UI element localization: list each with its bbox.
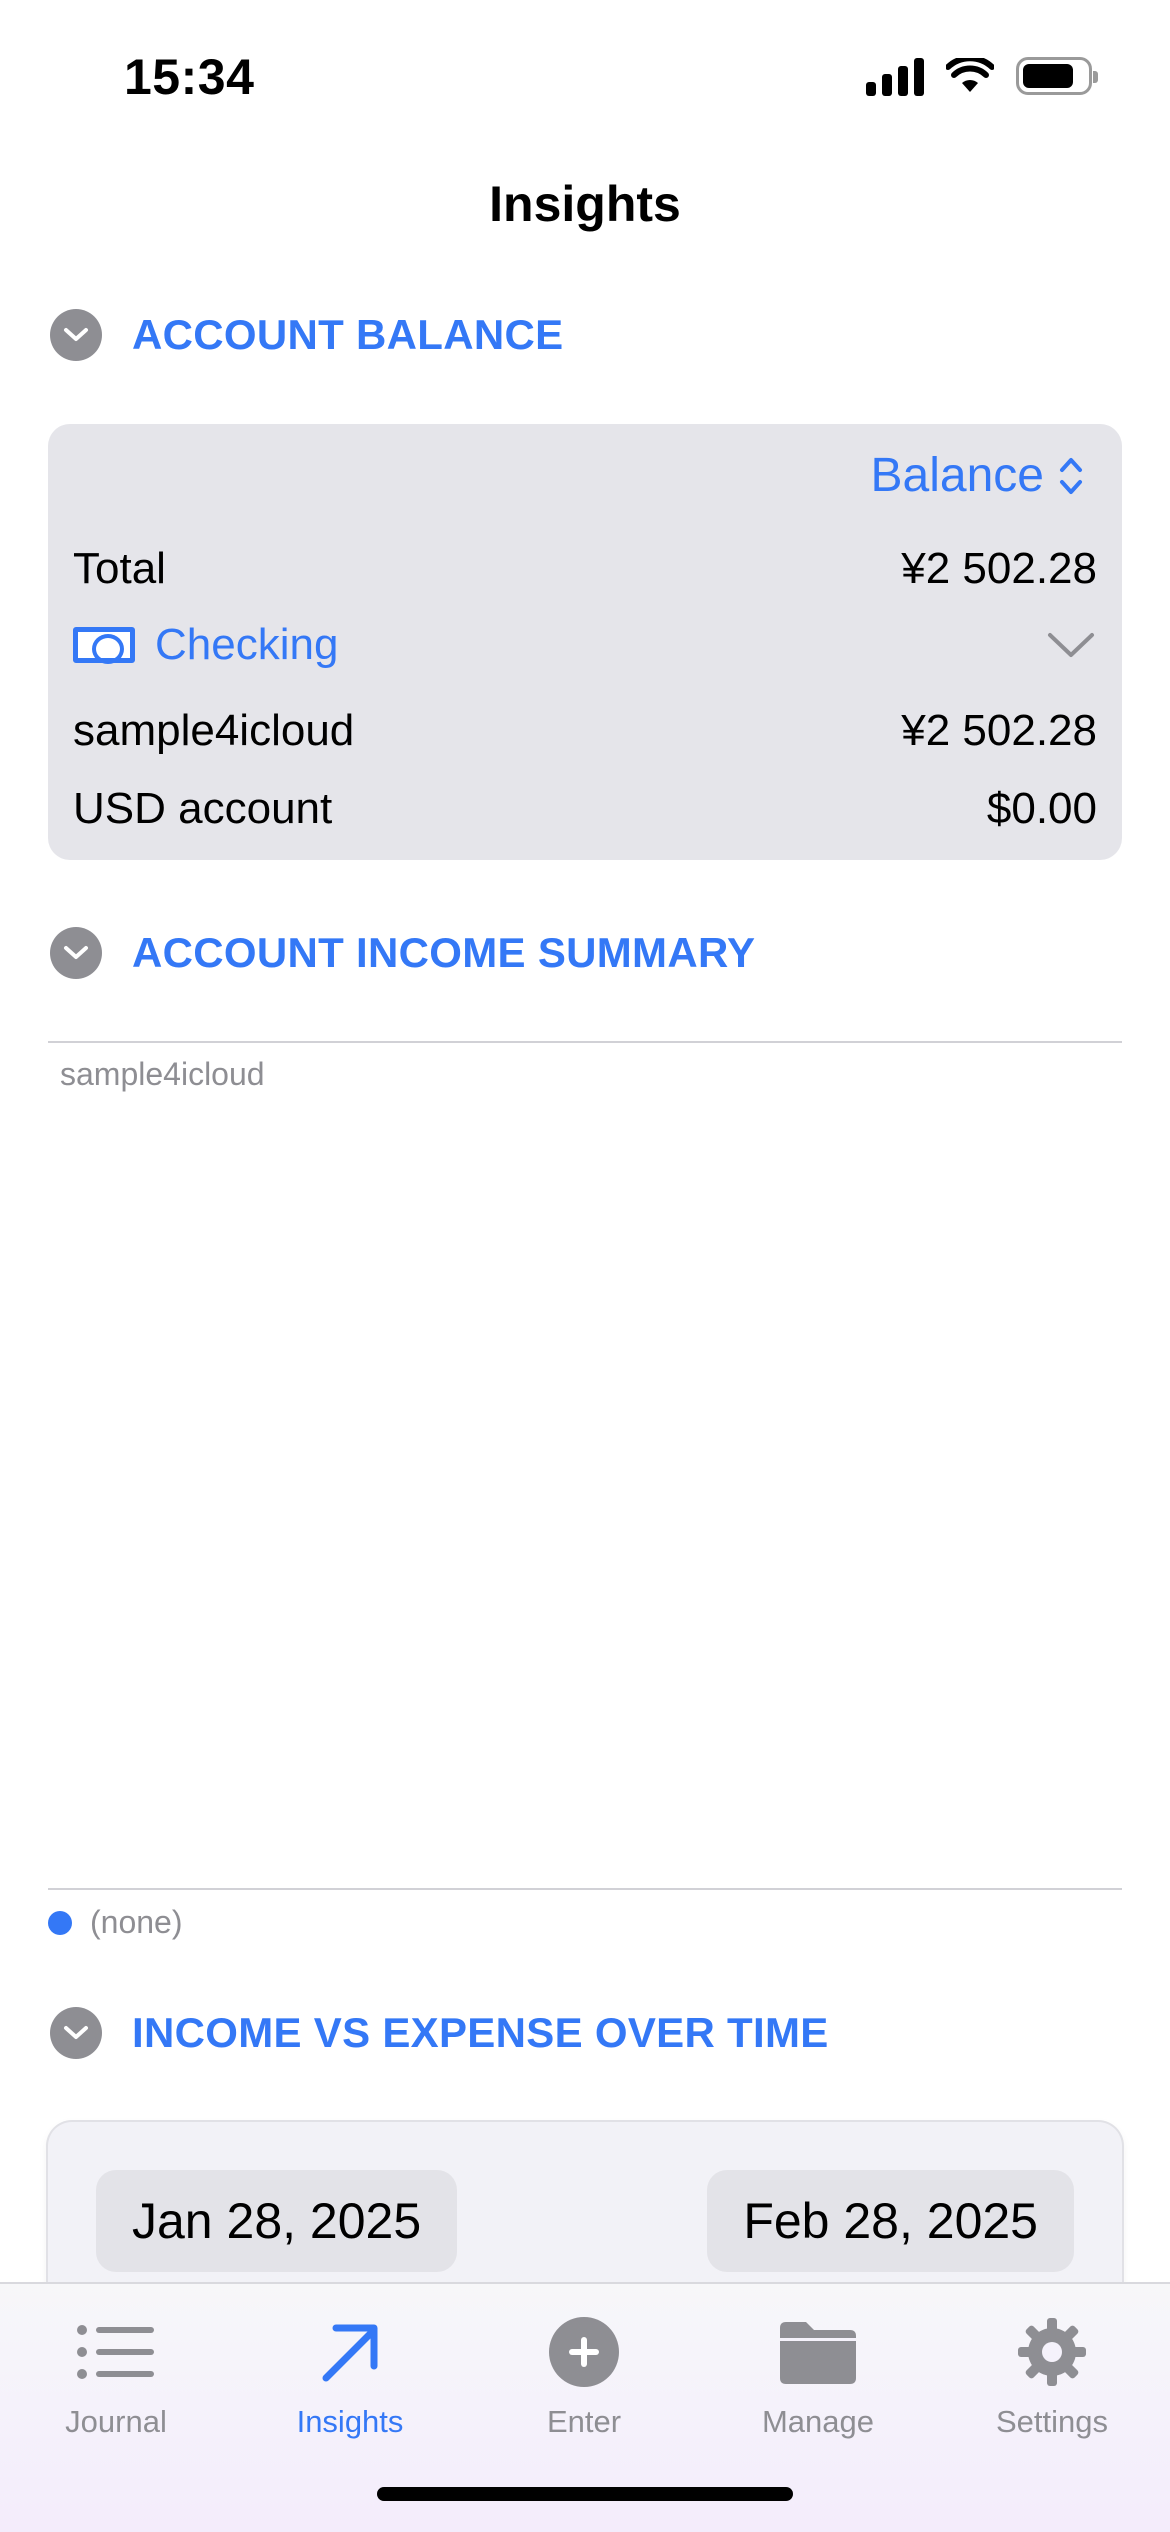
chart-top-rule (48, 1041, 1122, 1043)
chart-bottom-rule (48, 1888, 1122, 1890)
income-summary-chart (48, 1044, 1122, 1888)
legend-dot (48, 1910, 72, 1935)
income-vs-expense-header[interactable]: INCOME VS EXPENSE OVER TIME (50, 2007, 829, 2059)
account-value: ¥2 502.28 (901, 706, 1097, 755)
start-date-button[interactable]: Jan 28, 2025 (96, 2170, 458, 2272)
tab-label: Journal (65, 2404, 167, 2439)
account-income-summary-header[interactable]: ACCOUNT INCOME SUMMARY (50, 927, 755, 979)
chevron-down-icon[interactable] (1047, 631, 1095, 659)
chevron-down-icon (64, 2026, 88, 2039)
tab-label: Enter (546, 2404, 622, 2439)
income-vs-expense-title: INCOME VS EXPENSE OVER TIME (132, 2009, 829, 2056)
balance-picker[interactable]: Balance (871, 448, 1084, 503)
arrow-up-right-icon (305, 2314, 395, 2390)
status-icons (866, 56, 1098, 96)
chart-legend: (none) (48, 1904, 183, 1941)
status-bar: 15:34 (0, 0, 1170, 150)
account-name: USD account (73, 784, 333, 833)
folder-icon (773, 2314, 863, 2390)
legend-label: (none) (90, 1904, 183, 1940)
total-row: Total ¥2 502.28 (73, 544, 1097, 594)
tab-insights[interactable]: Insights (250, 2314, 450, 2440)
tab-journal[interactable]: Journal (16, 2314, 216, 2440)
tab-manage[interactable]: Manage (718, 2314, 918, 2440)
total-value: ¥2 502.28 (901, 544, 1097, 593)
collapse-income-summary-button[interactable] (50, 927, 102, 979)
cellular-signal-icon (866, 56, 924, 96)
account-balance-header[interactable]: ACCOUNT BALANCE (50, 309, 563, 361)
gear-icon (1007, 2314, 1097, 2390)
cash-icon (73, 627, 135, 664)
home-indicator[interactable] (377, 2487, 793, 2501)
collapse-income-vs-expense-button[interactable] (50, 2007, 102, 2059)
account-balance-title: ACCOUNT BALANCE (132, 311, 564, 358)
chevron-down-icon (64, 946, 88, 959)
tab-settings[interactable]: Settings (952, 2314, 1152, 2440)
account-row[interactable]: USD account $0.00 (73, 784, 1097, 834)
battery-icon (1016, 57, 1098, 95)
tab-label: Manage (761, 2404, 875, 2439)
account-balance-card: Balance Total ¥2 502.28 Checking sample4… (48, 424, 1122, 860)
checking-group-row[interactable]: Checking (73, 620, 1097, 670)
tab-enter[interactable]: Enter (484, 2314, 684, 2440)
status-time: 15:34 (124, 49, 255, 105)
tab-label: Insights (296, 2404, 404, 2439)
plus-circle-icon (539, 2314, 629, 2390)
collapse-account-balance-button[interactable] (50, 309, 102, 361)
total-label: Total (73, 544, 166, 593)
balance-picker-label: Balance (870, 449, 1044, 502)
end-date-button[interactable]: Feb 28, 2025 (707, 2170, 1074, 2272)
chevron-up-down-icon (1060, 457, 1082, 494)
tab-label: Settings (995, 2404, 1108, 2439)
page-title: Insights (489, 176, 681, 232)
account-income-summary-title: ACCOUNT INCOME SUMMARY (132, 929, 756, 976)
account-value: $0.00 (986, 784, 1097, 833)
screen: 15:34 Insights ACCOUNT BALANCE Balance T… (0, 0, 1170, 2532)
wifi-icon (946, 58, 994, 92)
list-icon (71, 2314, 161, 2390)
chevron-down-icon (64, 328, 88, 341)
checking-label: Checking (155, 620, 339, 669)
account-row[interactable]: sample4icloud ¥2 502.28 (73, 706, 1097, 756)
account-name: sample4icloud (73, 706, 355, 755)
